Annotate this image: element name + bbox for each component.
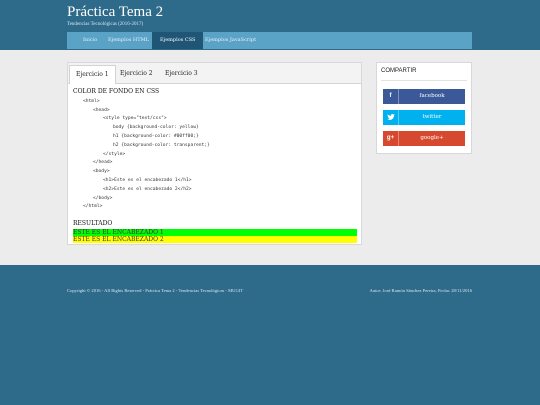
footer: Copyright © 2016 - All Rights Reserved -…: [0, 283, 540, 303]
footer-copyright: Copyright © 2016 - All Rights Reserved -…: [67, 288, 244, 293]
site-subtitle: Tendencias Tecnológicas (2016-2017): [67, 22, 144, 27]
tab-ejercicio-2[interactable]: Ejercicio 2: [114, 65, 159, 83]
exercise-panel: Ejercicio 1 Ejercicio 2 Ejercicio 3 COLO…: [67, 62, 362, 245]
google-plus-icon: g+: [383, 131, 399, 146]
result-heading-1: ESTE ES EL ENCABEZADO 1: [73, 229, 357, 236]
code-line: <h1>Este es el encabezado 1</h1>: [103, 178, 192, 183]
code-line: <h2>Este es el encabezado 2</h2>: [103, 187, 192, 192]
code-line: </style>: [103, 152, 126, 157]
main-nav: Inicio Ejemplos HTML Ejemplos CSS Ejempl…: [67, 32, 472, 49]
result-heading-2: ESTE ES EL ENCABEZADO 2: [73, 236, 357, 243]
code-line: body {background-color: yellow}: [113, 125, 199, 130]
code-line: <style type="text/css">: [103, 116, 167, 121]
google-plus-label: google+: [420, 135, 444, 141]
nav-item-ejemplos-html[interactable]: Ejemplos HTML: [100, 32, 157, 49]
google-plus-share-button[interactable]: g+ google+: [383, 131, 465, 146]
code-line: h2 {background-color: transparent;}: [113, 143, 210, 148]
share-title: COMPARTIR: [381, 68, 417, 74]
result-label: RESULTADO: [73, 220, 113, 227]
twitter-share-button[interactable]: twitter: [383, 110, 465, 125]
code-line: <head>: [93, 108, 110, 113]
tab-ejercicio-1[interactable]: Ejercicio 1: [69, 65, 116, 84]
facebook-share-button[interactable]: f facebook: [383, 89, 465, 104]
share-panel: COMPARTIR f facebook twitter g+ google+: [376, 62, 472, 154]
facebook-label: facebook: [419, 93, 445, 99]
code-line: h1 {background-color: #00ff00;}: [113, 134, 199, 139]
twitter-label: twitter: [422, 114, 442, 120]
twitter-icon: [383, 110, 399, 125]
facebook-icon: f: [383, 89, 399, 104]
nav-item-ejemplos-css[interactable]: Ejemplos CSS: [152, 32, 204, 49]
nav-item-ejemplos-javascript[interactable]: Ejemplos JavaScript: [197, 32, 264, 49]
footer-author: Autor: José Ramón Sánchez Pereira, Fecha…: [369, 288, 472, 293]
code-line: </head>: [93, 160, 113, 165]
code-line: <html>: [83, 99, 100, 104]
section-title: COLOR DE FONDO EN CSS: [73, 88, 160, 95]
code-line: </html>: [83, 204, 103, 209]
code-line: </body>: [93, 196, 113, 201]
tabs-bar: Ejercicio 1 Ejercicio 2 Ejercicio 3: [68, 63, 361, 84]
tab-ejercicio-3[interactable]: Ejercicio 3: [159, 65, 204, 83]
divider: [381, 80, 467, 81]
code-line: <body>: [93, 169, 110, 174]
site-title[interactable]: Práctica Tema 2: [67, 4, 163, 21]
